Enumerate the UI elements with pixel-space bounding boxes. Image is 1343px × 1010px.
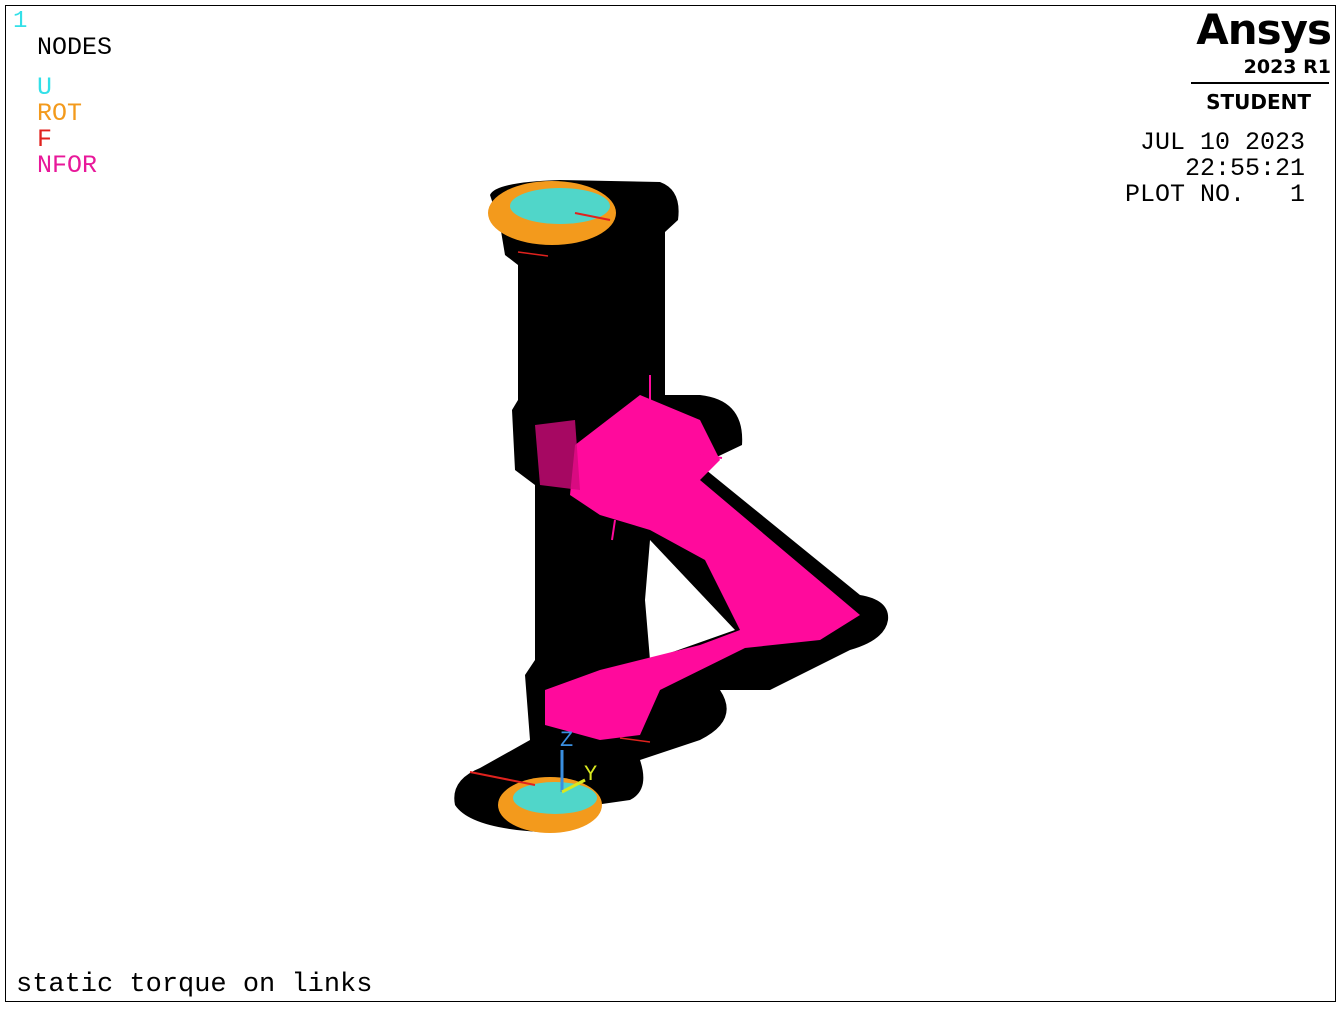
triad-z-label: Z	[560, 728, 573, 753]
nfor-cluster-back	[535, 420, 580, 490]
plot-title: static torque on links	[16, 970, 373, 1000]
model-viewport[interactable]: Z Y	[0, 0, 1343, 1010]
u-constraint-top	[510, 188, 610, 224]
triad-y-label: Y	[584, 762, 597, 787]
